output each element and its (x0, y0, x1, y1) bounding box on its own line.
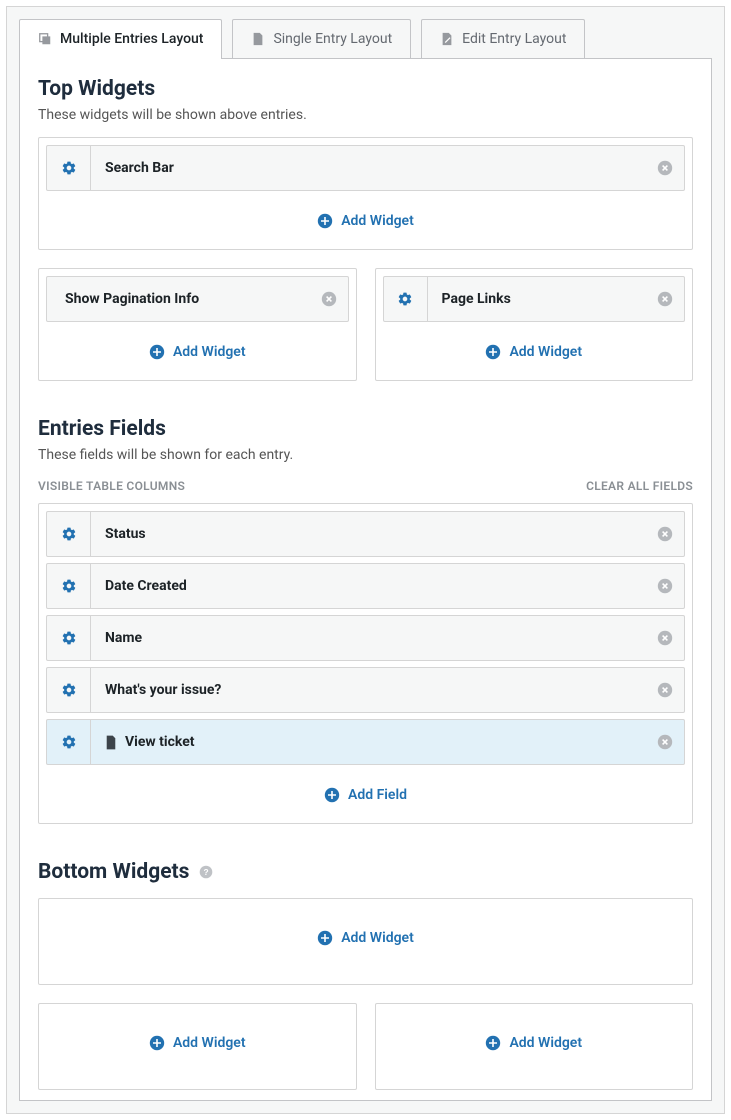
remove-icon[interactable] (646, 578, 684, 594)
tab-multiple-entries[interactable]: Multiple Entries Layout (19, 19, 222, 59)
add-widget-button[interactable]: Add Widget (46, 328, 349, 366)
entries-fields-title: Entries Fields (38, 417, 693, 441)
add-widget-label: Add Widget (341, 213, 414, 229)
widget-page-links[interactable]: Page Links (383, 276, 686, 322)
field-label-text: View ticket (125, 734, 195, 750)
field-row[interactable]: What's your issue? (46, 667, 685, 713)
gear-icon[interactable] (47, 146, 91, 190)
add-widget-button[interactable]: Add Widget (46, 1011, 349, 1075)
gear-icon[interactable] (47, 720, 91, 764)
tab-single-entry[interactable]: Single Entry Layout (232, 19, 411, 59)
top-widgets-title: Top Widgets (38, 77, 693, 101)
top-widgets-left-card: Show Pagination Info Add Widget (38, 268, 357, 381)
plus-circle-icon (317, 213, 333, 229)
bottom-widgets-two-col: Add Widget Add Widget (38, 1003, 693, 1090)
bottom-widgets-right-card: Add Widget (375, 1003, 694, 1090)
layout-panel: Top Widgets These widgets will be shown … (19, 58, 712, 1101)
tab-label: Single Entry Layout (273, 31, 392, 47)
widget-label: Page Links (428, 291, 647, 307)
field-label: Status (91, 526, 646, 542)
bottom-widgets-section: Bottom Widgets ? Add Widget (38, 860, 693, 1090)
remove-icon[interactable] (310, 291, 348, 307)
widget-search-bar[interactable]: Search Bar (46, 145, 685, 191)
bottom-widgets-title-text: Bottom Widgets (38, 860, 189, 884)
remove-icon[interactable] (646, 682, 684, 698)
plus-circle-icon (149, 344, 165, 360)
top-widgets-card: Search Bar Add Widget (38, 137, 693, 250)
add-widget-label: Add Widget (173, 344, 246, 360)
clear-all-fields-button[interactable]: Clear all fields (586, 479, 693, 493)
stack-icon (38, 32, 52, 46)
add-widget-button[interactable]: Add Widget (383, 328, 686, 366)
remove-icon[interactable] (646, 160, 684, 176)
visible-columns-label: Visible Table Columns (38, 479, 185, 493)
widget-label: Show Pagination Info (47, 291, 310, 307)
field-row[interactable]: Name (46, 615, 685, 661)
gear-icon[interactable] (47, 512, 91, 556)
top-widgets-right-card: Page Links Add Widget (375, 268, 694, 381)
plus-circle-icon (317, 930, 333, 946)
field-row[interactable]: Status (46, 511, 685, 557)
entries-fields-section: Entries Fields These fields will be show… (38, 417, 693, 824)
plus-circle-icon (324, 787, 340, 803)
field-label: Date Created (91, 578, 646, 594)
page-icon (251, 32, 265, 46)
document-icon (105, 735, 117, 750)
field-row[interactable]: View ticket (46, 719, 685, 765)
layout-builder-frame: Multiple Entries Layout Single Entry Lay… (6, 6, 725, 1114)
add-widget-button[interactable]: Add Widget (46, 197, 685, 235)
gear-icon[interactable] (47, 668, 91, 712)
add-widget-label: Add Widget (341, 930, 414, 946)
widget-label: Search Bar (91, 160, 646, 176)
plus-circle-icon (149, 1035, 165, 1051)
remove-icon[interactable] (646, 734, 684, 750)
field-label: View ticket (91, 734, 646, 750)
edit-page-icon (440, 32, 454, 46)
add-widget-label: Add Widget (509, 1035, 582, 1051)
field-label: What's your issue? (91, 682, 646, 698)
entries-fields-subtitle: These fields will be shown for each entr… (38, 447, 693, 463)
remove-icon[interactable] (646, 630, 684, 646)
tab-label: Multiple Entries Layout (60, 31, 203, 47)
field-label-text: What's your issue? (105, 682, 221, 698)
bottom-widgets-left-card: Add Widget (38, 1003, 357, 1090)
field-row[interactable]: Date Created (46, 563, 685, 609)
field-label-text: Date Created (105, 578, 187, 594)
gear-icon[interactable] (384, 277, 428, 321)
add-widget-label: Add Widget (173, 1035, 246, 1051)
field-label-text: Name (105, 630, 142, 646)
plus-circle-icon (485, 344, 501, 360)
add-widget-label: Add Widget (509, 344, 582, 360)
remove-icon[interactable] (646, 291, 684, 307)
add-field-label: Add Field (348, 787, 407, 803)
entries-fields-card: Status Date Created Name What's your issue?… (38, 503, 693, 824)
add-field-button[interactable]: Add Field (46, 771, 685, 809)
field-label-text: Status (105, 526, 146, 542)
top-widgets-subtitle: These widgets will be shown above entrie… (38, 107, 693, 123)
gear-icon[interactable] (47, 564, 91, 608)
gear-icon[interactable] (47, 616, 91, 660)
field-label: Name (91, 630, 646, 646)
add-widget-button[interactable]: Add Widget (46, 906, 685, 970)
tab-edit-entry[interactable]: Edit Entry Layout (421, 19, 585, 59)
add-widget-button[interactable]: Add Widget (383, 1011, 686, 1075)
top-widgets-two-col: Show Pagination Info Add Widget (38, 268, 693, 381)
tab-bar: Multiple Entries Layout Single Entry Lay… (7, 7, 724, 59)
svg-text:?: ? (203, 867, 208, 877)
widget-show-pagination-info[interactable]: Show Pagination Info (46, 276, 349, 322)
remove-icon[interactable] (646, 526, 684, 542)
tab-label: Edit Entry Layout (462, 31, 566, 47)
plus-circle-icon (485, 1035, 501, 1051)
bottom-widgets-title: Bottom Widgets ? (38, 860, 693, 884)
help-icon[interactable]: ? (199, 865, 213, 879)
bottom-widgets-card: Add Widget (38, 898, 693, 985)
